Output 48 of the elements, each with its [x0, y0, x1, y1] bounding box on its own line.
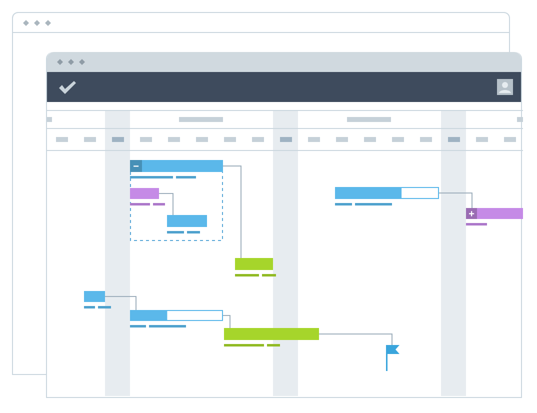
day-placeholder [280, 137, 292, 142]
day-placeholder [336, 137, 348, 142]
day-placeholder [504, 137, 516, 142]
day-placeholder [476, 137, 488, 142]
dependency-line [222, 315, 230, 328]
day-placeholder [140, 137, 152, 142]
day-placeholder [308, 137, 320, 142]
day-placeholder [420, 137, 432, 142]
day-placeholder [252, 137, 264, 142]
flag-icon[interactable] [386, 345, 400, 371]
task-bar[interactable] [335, 187, 439, 199]
task-bar[interactable] [130, 188, 159, 199]
day-placeholder [112, 137, 124, 142]
window-dots-icon [57, 59, 85, 65]
window-dots-icon [23, 20, 51, 26]
task-bar[interactable] [130, 310, 223, 321]
day-placeholder [56, 137, 68, 142]
task-label-placeholder [130, 203, 165, 206]
task-label-placeholder [235, 274, 276, 276]
task-bar[interactable] [477, 208, 523, 219]
task-label-placeholder [130, 176, 196, 178]
month-placeholder [347, 117, 391, 122]
dependency-line [104, 296, 136, 310]
month-placeholder [179, 117, 223, 122]
day-placeholder [392, 137, 404, 142]
task-label-placeholder [167, 231, 200, 234]
checkmark-icon[interactable] [59, 80, 76, 94]
task-label-placeholder [130, 325, 186, 328]
task-bar[interactable] [84, 291, 105, 302]
expand-toggle[interactable]: − [130, 160, 142, 172]
expand-toggle[interactable]: + [466, 208, 477, 220]
day-placeholder [196, 137, 208, 142]
day-placeholder [448, 137, 460, 142]
day-placeholder [84, 137, 96, 142]
day-placeholder [168, 137, 180, 142]
user-icon[interactable] [497, 79, 513, 95]
task-bar[interactable] [142, 160, 223, 172]
task-bar[interactable] [235, 258, 273, 270]
day-placeholder [364, 137, 376, 142]
dependency-line [158, 193, 174, 216]
dependency-line [438, 192, 472, 208]
task-label-placeholder [335, 203, 392, 206]
task-bar[interactable] [167, 215, 207, 227]
task-bar[interactable] [224, 328, 319, 340]
task-label-placeholder [84, 306, 111, 308]
task-label-placeholder [466, 223, 487, 226]
task-label-placeholder [224, 344, 280, 346]
day-placeholder [224, 137, 236, 142]
